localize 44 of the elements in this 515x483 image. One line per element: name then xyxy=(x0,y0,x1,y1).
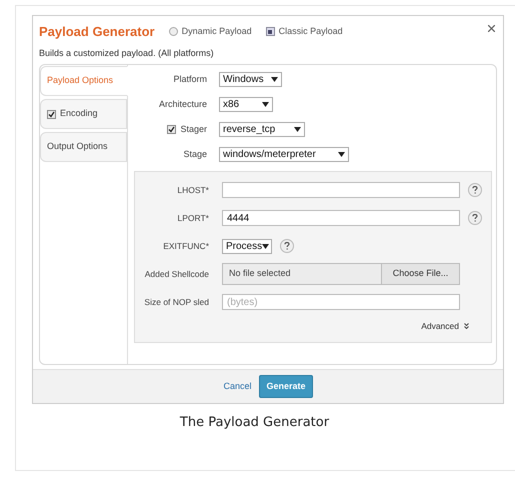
field-label: EXITFUNC* xyxy=(162,240,209,252)
radio-label: Dynamic Payload xyxy=(182,25,252,38)
field-label: Platform xyxy=(173,72,207,86)
field-label: Stage xyxy=(183,148,207,161)
figure-caption: The Payload Generator xyxy=(180,414,330,432)
help-icon[interactable] xyxy=(468,183,482,197)
radio-label: Classic Payload xyxy=(278,25,343,38)
caret-icon xyxy=(271,77,278,82)
field-label: Architecture xyxy=(158,98,207,111)
close-icon[interactable] xyxy=(488,25,495,32)
radio-button[interactable] xyxy=(168,27,178,36)
choose-file-button[interactable]: Choose File... xyxy=(381,264,459,284)
input-field[interactable]: 4444 xyxy=(222,210,460,226)
dropdown[interactable]: x86 xyxy=(219,97,273,112)
dropdown[interactable]: Windows xyxy=(219,72,282,87)
field-label: Size of NOP sled xyxy=(143,296,209,308)
double-chevron-icon xyxy=(464,323,469,330)
tab[interactable]: Payload Options xyxy=(40,66,128,96)
input-field[interactable] xyxy=(222,182,460,198)
radio-button[interactable] xyxy=(266,27,275,36)
field-label: Added Shellcode xyxy=(144,268,209,280)
file-field[interactable]: No file selected Choose File... xyxy=(222,263,460,285)
field-label: LPORT* xyxy=(176,212,209,224)
tab[interactable]: Encoding xyxy=(40,99,127,129)
tab[interactable]: Output Options xyxy=(40,132,127,162)
checkbox[interactable] xyxy=(47,110,56,118)
dialog-title: Payload Generator xyxy=(39,23,155,41)
caret-icon xyxy=(294,127,301,132)
caret-icon xyxy=(262,244,270,248)
input-field[interactable]: (bytes) xyxy=(222,294,460,310)
cancel-link[interactable]: Cancel xyxy=(223,380,252,394)
caret-icon xyxy=(262,102,269,107)
advanced-link[interactable]: Advanced xyxy=(421,320,469,333)
help-icon[interactable] xyxy=(468,211,482,225)
help-icon[interactable] xyxy=(280,239,294,253)
dropdown[interactable]: Process xyxy=(222,238,272,254)
dropdown[interactable]: windows/meterpreter xyxy=(219,147,350,162)
field-label: LHOST* xyxy=(176,184,209,196)
field-label: Stager xyxy=(180,122,207,136)
checkbox[interactable] xyxy=(167,125,176,134)
file-name: No file selected xyxy=(228,267,292,280)
dialog-subtitle: Builds a customized payload. (All platforms) xyxy=(38,46,215,60)
dropdown[interactable]: reverse_tcp xyxy=(219,122,305,137)
caret-icon xyxy=(338,152,346,157)
